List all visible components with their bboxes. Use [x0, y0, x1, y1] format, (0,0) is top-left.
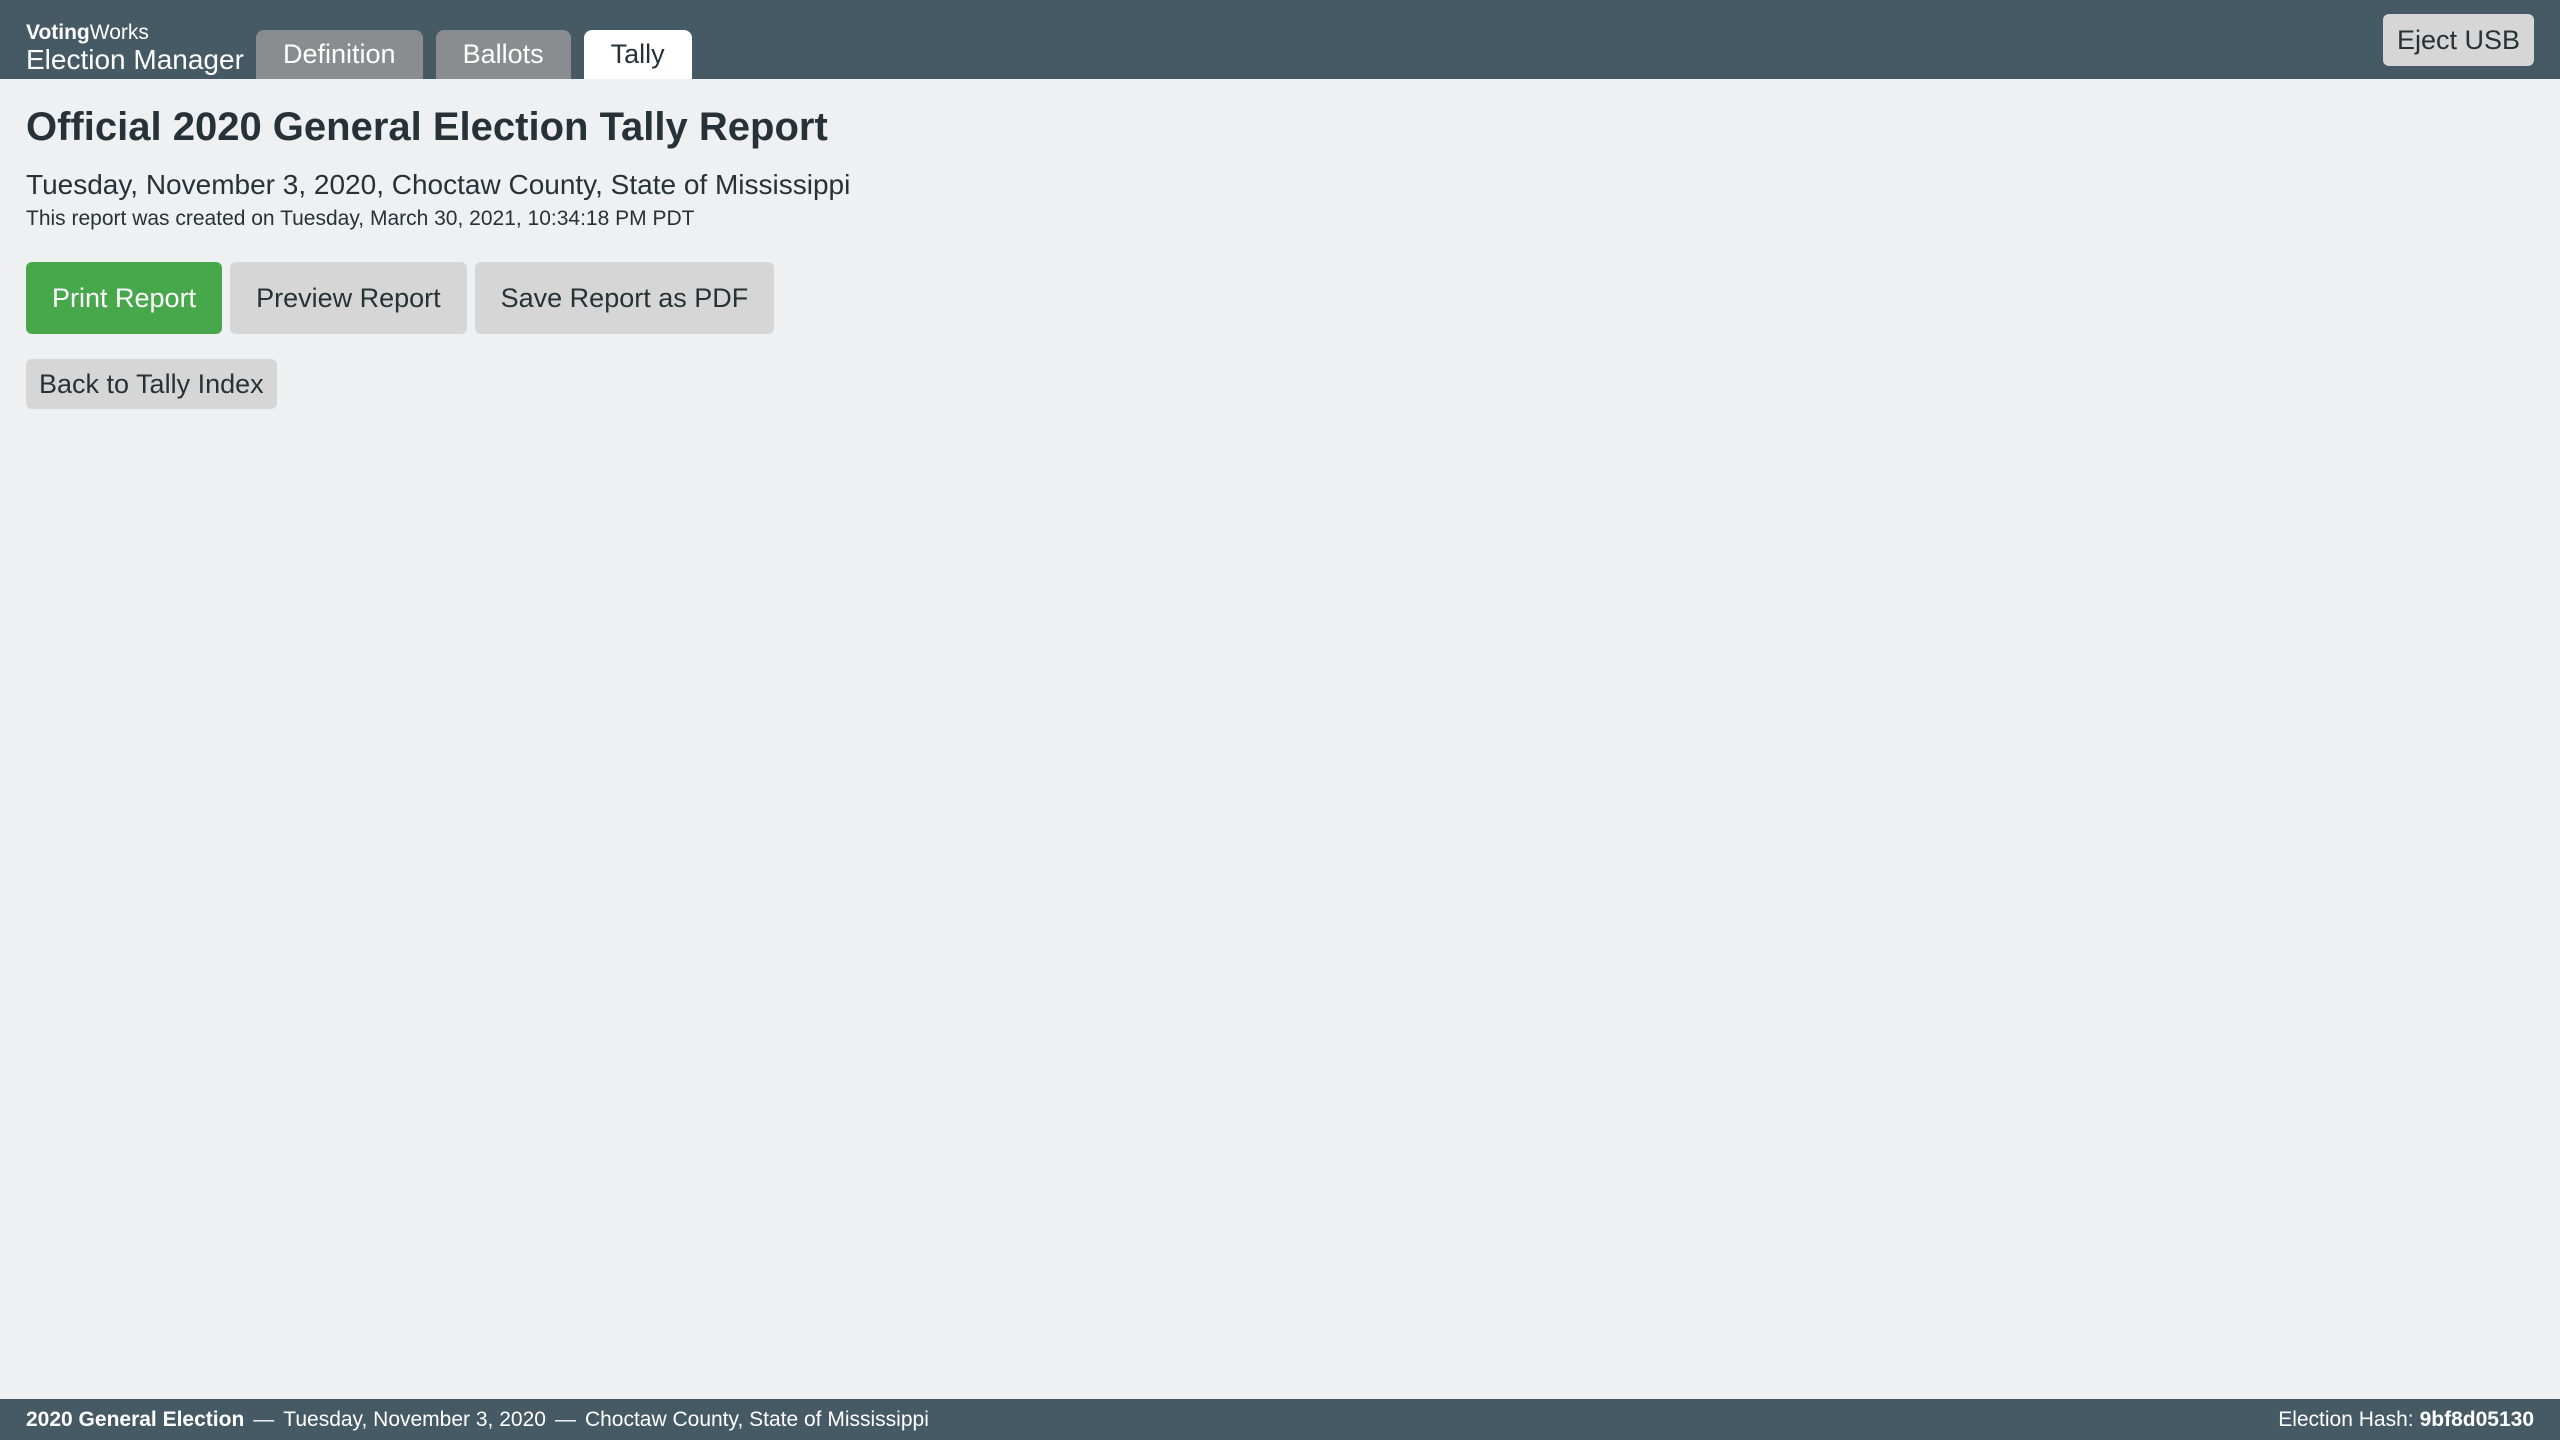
brand-product-name: Election Manager: [26, 44, 244, 75]
footer-separator: —: [554, 1407, 576, 1431]
footer-location: Choctaw County, State of Mississippi: [584, 1407, 929, 1431]
brand-wordmark: VotingWorks: [26, 22, 244, 44]
tab-ballots[interactable]: Ballots: [435, 30, 571, 79]
main-tabs: Definition Ballots Tally: [256, 30, 692, 79]
preview-report-button[interactable]: Preview Report: [230, 262, 467, 334]
brand-logo: VotingWorks Election Manager: [26, 22, 244, 74]
app-header: VotingWorks Election Manager Definition …: [0, 0, 2560, 79]
election-manager-app: VotingWorks Election Manager Definition …: [0, 0, 2560, 1440]
footer-election-hash: Election Hash: 9bf8d05130: [2278, 1399, 2534, 1440]
eject-usb-button[interactable]: Eject USB: [2382, 14, 2534, 66]
page-title: Official 2020 General Election Tally Rep…: [26, 105, 828, 149]
election-subtitle: Tuesday, November 3, 2020, Choctaw Count…: [26, 169, 851, 200]
footer-election-info: 2020 General Election — Tuesday, Novembe…: [26, 1399, 929, 1440]
tab-tally[interactable]: Tally: [583, 30, 692, 79]
save-report-pdf-button[interactable]: Save Report as PDF: [474, 262, 775, 334]
report-created-note: This report was created on Tuesday, Marc…: [26, 207, 695, 230]
election-hash-label: Election Hash:: [2278, 1407, 2414, 1431]
footer-election-date: Tuesday, November 3, 2020: [283, 1407, 546, 1431]
footer-separator: —: [253, 1407, 275, 1431]
tab-definition[interactable]: Definition: [256, 30, 423, 79]
brand-works-text: Works: [89, 21, 149, 44]
footer-election-name: 2020 General Election: [26, 1407, 245, 1431]
election-hash-value: 9bf8d05130: [2419, 1407, 2534, 1431]
app-footer: 2020 General Election — Tuesday, Novembe…: [0, 1399, 2560, 1440]
brand-voting-text: Voting: [26, 21, 90, 44]
report-actions: Print Report Preview Report Save Report …: [26, 262, 775, 334]
back-to-tally-index-button[interactable]: Back to Tally Index: [26, 359, 277, 409]
print-report-button[interactable]: Print Report: [26, 262, 223, 334]
